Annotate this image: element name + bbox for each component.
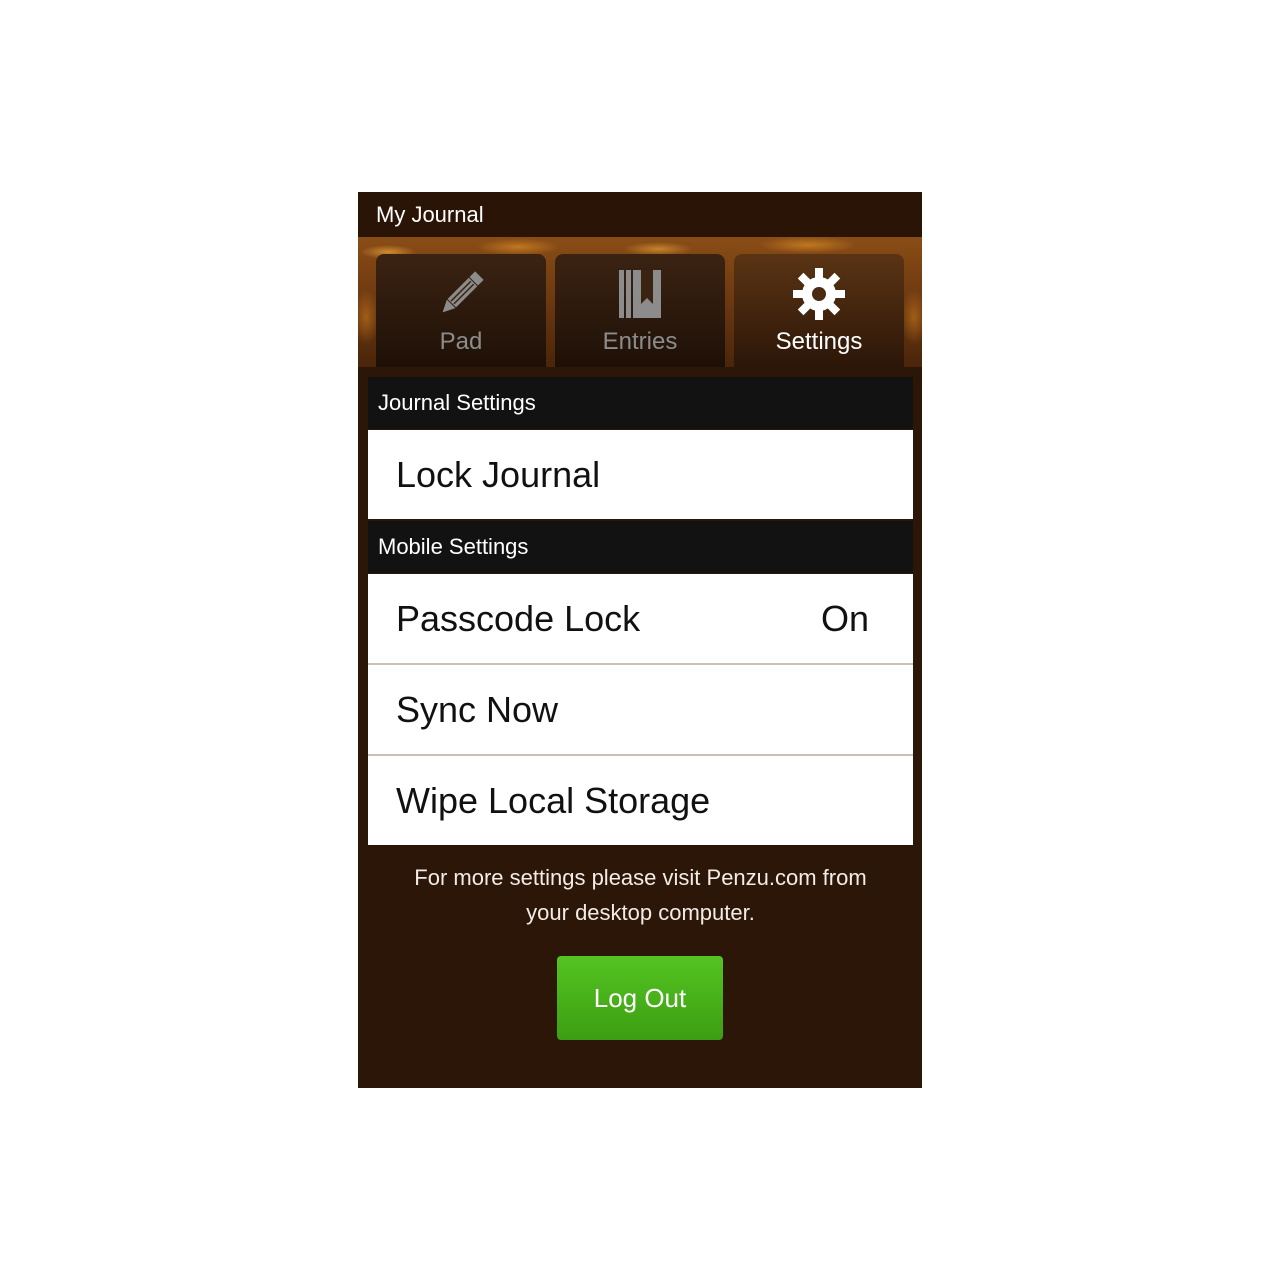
section-header-mobile: Mobile Settings xyxy=(368,521,913,573)
tab-pad[interactable]: Pad xyxy=(376,254,546,367)
sync-now-label: Sync Now xyxy=(396,689,559,730)
app-title-bar: My Journal xyxy=(358,192,922,237)
settings-note-line-2: your desktop computer. xyxy=(526,900,755,925)
books-icon xyxy=(619,270,661,318)
tab-settings-label: Settings xyxy=(775,328,863,355)
section-header-journal-label: Journal Settings xyxy=(378,390,536,415)
lock-journal-row[interactable]: Lock Journal xyxy=(368,430,913,519)
app-title: My Journal xyxy=(376,202,484,227)
passcode-lock-row[interactable]: Passcode Lock On xyxy=(368,574,913,663)
tab-pad-label: Pad xyxy=(439,328,483,355)
tab-strip: Pad Entries Settings xyxy=(358,237,922,367)
settings-note-line-1: For more settings please visit Penzu.com… xyxy=(414,865,867,890)
settings-note: For more settings please visit Penzu.com… xyxy=(368,860,913,930)
passcode-lock-label: Passcode Lock xyxy=(396,598,641,639)
gear-icon xyxy=(793,268,845,320)
pencil-icon xyxy=(442,271,484,313)
sync-now-row[interactable]: Sync Now xyxy=(368,665,913,754)
wipe-local-storage-label: Wipe Local Storage xyxy=(396,780,711,821)
phone-screen: My Journal Pad Entries Settings Journal … xyxy=(358,192,922,1088)
lock-journal-label: Lock Journal xyxy=(396,454,601,495)
wipe-local-storage-row[interactable]: Wipe Local Storage xyxy=(368,756,913,845)
section-header-journal: Journal Settings xyxy=(368,377,913,429)
tab-entries[interactable]: Entries xyxy=(555,254,725,367)
tab-settings[interactable]: Settings xyxy=(734,254,904,367)
section-header-mobile-label: Mobile Settings xyxy=(378,534,529,559)
tab-entries-label: Entries xyxy=(602,328,678,355)
log-out-button[interactable]: Log Out xyxy=(557,956,723,1040)
passcode-lock-value: On xyxy=(820,598,869,639)
